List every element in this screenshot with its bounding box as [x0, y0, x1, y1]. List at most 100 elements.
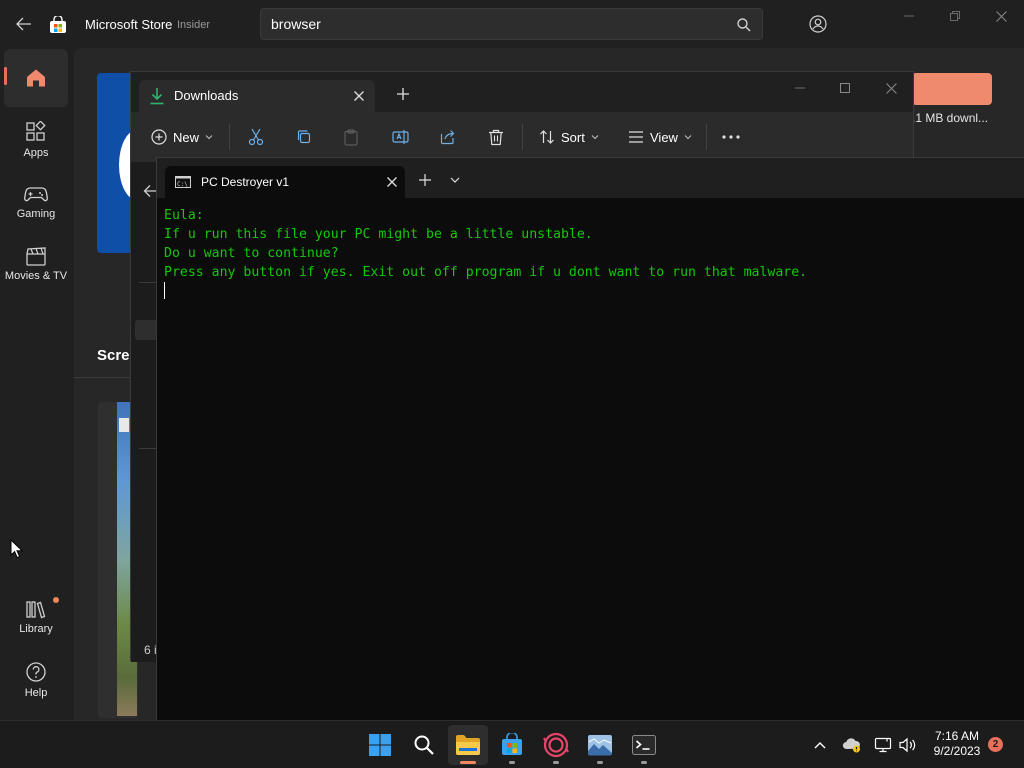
terminal-tab-close-button[interactable]: [384, 174, 400, 190]
explorer-new-tab-button[interactable]: [395, 86, 411, 102]
nav-item-apps[interactable]: Apps: [4, 121, 68, 177]
terminal-line: Press any button if yes. Exit out off pr…: [164, 265, 808, 280]
nav-label-gaming: Gaming: [16, 208, 56, 220]
running-app-indicator: [641, 761, 647, 764]
explorer-tab-close-button[interactable]: [351, 88, 367, 104]
running-app-indicator: [553, 761, 559, 764]
explorer-minimize-button[interactable]: [777, 74, 823, 102]
mouse-pointer-icon: [10, 539, 24, 559]
terminal-input-line[interactable]: [164, 282, 1014, 302]
search-icon: [737, 18, 751, 32]
cut-button[interactable]: [248, 125, 264, 149]
store-logo-icon: [49, 16, 67, 34]
library-icon: [26, 601, 46, 619]
explorer-command-bar: New Sort View: [131, 112, 913, 162]
taskbar-clock[interactable]: 7:16 AM 9/2/2023: [922, 729, 992, 759]
new-button[interactable]: New: [151, 125, 213, 149]
running-app-indicator: [509, 761, 515, 764]
taskbar-search-button[interactable]: [404, 725, 444, 765]
nav-item-home[interactable]: [4, 49, 68, 107]
install-button[interactable]: [912, 73, 992, 105]
nav-item-movies-tv[interactable]: Movies & TV: [4, 246, 68, 302]
nav-item-library[interactable]: Library: [4, 599, 68, 655]
terminal-new-tab-button[interactable]: [418, 173, 432, 187]
chevron-up-icon: [814, 741, 826, 748]
speaker-icon: [899, 737, 916, 752]
home-icon: [27, 69, 45, 87]
store-restore-button[interactable]: [932, 0, 978, 32]
photos-icon: [588, 735, 612, 756]
copy-icon: [297, 130, 311, 144]
nav-item-help[interactable]: Help: [4, 661, 68, 717]
back-button[interactable]: [10, 12, 38, 36]
taskbar-photos-app[interactable]: [580, 725, 620, 765]
explorer-status-item-count: 6 i: [144, 643, 157, 657]
taskbar-terminal[interactable]: [624, 725, 664, 765]
terminal-icon: [632, 735, 656, 755]
sort-button[interactable]: Sort: [539, 125, 599, 149]
screenshot-window-detail: [119, 418, 129, 432]
explorer-back-button[interactable]: [143, 184, 157, 200]
close-icon: [354, 91, 364, 101]
store-close-button[interactable]: [978, 0, 1024, 32]
help-icon: [26, 662, 46, 682]
explorer-maximize-button[interactable]: [822, 74, 868, 102]
onedrive-tray-button[interactable]: [840, 721, 864, 768]
terminal-output[interactable]: Eula: If u run this file your PC might be…: [164, 206, 1014, 302]
store-search-input[interactable]: [271, 16, 711, 32]
terminal-tab-bar: C:\ PC Destroyer v1: [157, 158, 1024, 198]
delete-button[interactable]: [488, 125, 504, 149]
network-tray-button[interactable]: [872, 721, 894, 768]
nav-label-movies-tv: Movies & TV: [4, 270, 68, 282]
explorer-tab-bar: Downloads: [131, 72, 913, 112]
explorer-tab-downloads[interactable]: Downloads: [139, 80, 375, 112]
scissors-icon: [248, 128, 264, 146]
store-titlebar: Microsoft Store Insider: [0, 0, 1024, 48]
search-button[interactable]: [736, 17, 752, 33]
clipboard-icon: [344, 128, 358, 146]
share-icon: [440, 130, 455, 145]
svg-text:C:\: C:\: [177, 181, 188, 188]
store-minimize-button[interactable]: [886, 0, 932, 32]
explorer-close-button[interactable]: [868, 74, 914, 102]
nav-label-apps: Apps: [23, 147, 49, 159]
taskbar-file-explorer[interactable]: [448, 725, 488, 765]
show-hidden-icons-button[interactable]: [808, 721, 832, 768]
copy-button[interactable]: [296, 125, 312, 149]
chevron-down-icon: [591, 135, 599, 140]
text-cursor: [164, 282, 165, 299]
clapperboard-icon: [26, 247, 46, 266]
maximize-icon: [840, 83, 850, 93]
close-icon: [387, 177, 397, 187]
network-icon: [874, 737, 892, 752]
cloud-warning-icon: [842, 737, 860, 752]
clock-time: 7:16 AM: [934, 729, 980, 743]
notification-badge[interactable]: 2: [988, 737, 1003, 752]
minimize-icon: [904, 15, 914, 17]
taskbar-microsoft-store[interactable]: [492, 725, 532, 765]
explorer-divider: [139, 448, 157, 449]
nav-selection-indicator: [4, 67, 7, 85]
chevron-down-icon: [684, 135, 692, 140]
restore-icon: [950, 11, 960, 21]
view-button[interactable]: View: [628, 125, 692, 149]
toolbar-separator: [229, 124, 230, 150]
nav-item-gaming[interactable]: Gaming: [4, 184, 68, 240]
store-search-box[interactable]: [260, 8, 763, 40]
account-button[interactable]: [803, 9, 833, 39]
volume-tray-button[interactable]: [896, 721, 918, 768]
store-bag-icon: [502, 733, 522, 755]
explorer-divider: [139, 282, 157, 283]
terminal-profile-dropdown[interactable]: [449, 175, 461, 185]
chevron-down-icon: [450, 177, 460, 183]
taskbar-ring-app[interactable]: [536, 725, 576, 765]
paste-button[interactable]: [344, 125, 358, 149]
explorer-nav-item[interactable]: [135, 320, 157, 340]
start-button[interactable]: [360, 725, 400, 765]
rename-button[interactable]: [392, 125, 410, 149]
chevron-down-icon: [205, 135, 213, 140]
download-icon: [149, 87, 165, 105]
more-options-button[interactable]: [722, 125, 740, 149]
share-button[interactable]: [440, 125, 456, 149]
terminal-tab-pc-destroyer[interactable]: C:\ PC Destroyer v1: [165, 166, 405, 198]
